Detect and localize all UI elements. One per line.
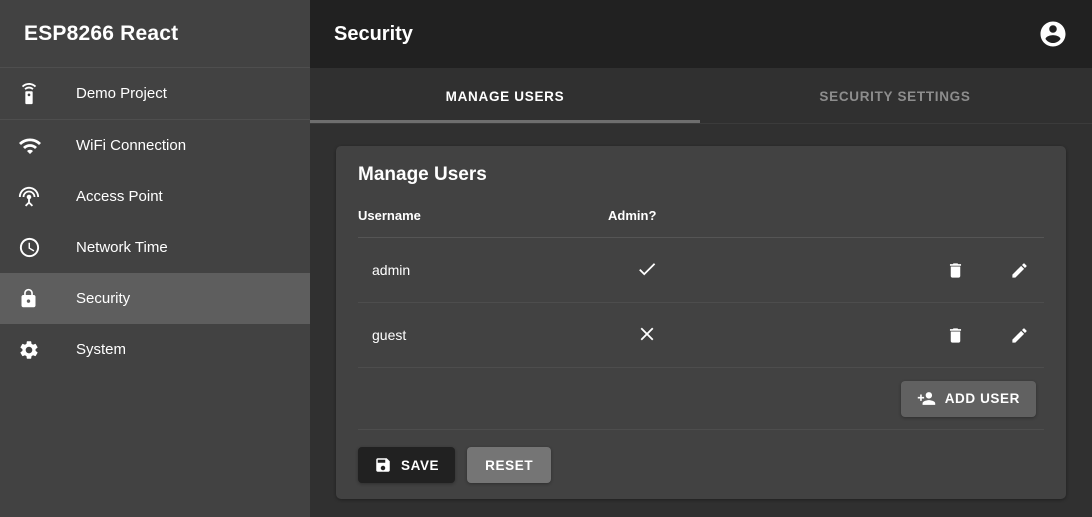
cell-admin (608, 238, 823, 303)
table-header-row: Username Admin? (358, 208, 1044, 238)
table-row: admin (358, 238, 1044, 303)
sidebar-item-label: System (76, 341, 126, 358)
reset-button[interactable]: RESET (467, 447, 551, 483)
delete-icon[interactable] (940, 255, 970, 285)
tab-label: MANAGE USERS (446, 89, 565, 104)
add-user-row: ADD USER (358, 368, 1044, 430)
sidebar-item-network-time[interactable]: Network Time (0, 222, 310, 273)
gear-icon (18, 339, 52, 361)
manage-users-card: Manage Users Username Admin? admin (336, 146, 1066, 499)
tab-active-indicator (310, 120, 700, 123)
sidebar-item-access-point[interactable]: Access Point (0, 171, 310, 222)
tab-security-settings[interactable]: SECURITY SETTINGS (700, 68, 1090, 124)
sidebar-item-label: Security (76, 290, 130, 307)
content-area: Manage Users Username Admin? admin (310, 124, 1092, 517)
sidebar-item-wifi-connection[interactable]: WiFi Connection (0, 120, 310, 171)
account-circle-icon[interactable] (1036, 17, 1070, 51)
cell-username: admin (358, 238, 608, 303)
main-area: Security MANAGE USERS SECURITY SETTINGS … (310, 0, 1092, 517)
edit-icon[interactable] (1004, 320, 1034, 350)
page-title: Security (334, 23, 1036, 46)
save-icon (374, 456, 392, 474)
check-icon (636, 258, 658, 280)
sidebar: ESP8266 React Demo Project WiFi Connecti… (0, 0, 310, 517)
users-table-body: admin (358, 238, 1044, 368)
sidebar-item-label: Network Time (76, 239, 168, 256)
tab-bar: MANAGE USERS SECURITY SETTINGS (310, 68, 1092, 124)
clock-icon (18, 236, 52, 259)
antenna-icon (18, 186, 52, 208)
person-add-icon (917, 389, 936, 408)
card-title: Manage Users (358, 164, 1044, 186)
close-icon (636, 323, 658, 345)
sidebar-item-label: Demo Project (76, 85, 167, 102)
sidebar-item-security[interactable]: Security (0, 273, 310, 324)
column-header-actions (823, 208, 1044, 238)
table-row: guest (358, 303, 1044, 368)
cell-username: guest (358, 303, 608, 368)
users-table: Username Admin? admin (358, 208, 1044, 368)
sidebar-group-settings: WiFi Connection Access Point Network Tim… (0, 120, 310, 375)
users-table-head: Username Admin? (358, 208, 1044, 238)
column-header-username: Username (358, 208, 608, 238)
delete-icon[interactable] (940, 320, 970, 350)
cell-actions (823, 303, 1044, 368)
app-root: ESP8266 React Demo Project WiFi Connecti… (0, 0, 1092, 517)
reset-button-label: RESET (485, 458, 533, 473)
sidebar-item-demo-project[interactable]: Demo Project (0, 68, 310, 119)
add-user-button-label: ADD USER (945, 391, 1020, 406)
settings-remote-icon (18, 83, 52, 105)
cell-actions (823, 238, 1044, 303)
tab-manage-users[interactable]: MANAGE USERS (310, 68, 700, 124)
form-actions: SAVE RESET (358, 430, 1044, 483)
add-user-button[interactable]: ADD USER (901, 381, 1036, 417)
sidebar-item-system[interactable]: System (0, 324, 310, 375)
tab-label: SECURITY SETTINGS (819, 89, 970, 104)
save-button[interactable]: SAVE (358, 447, 455, 483)
sidebar-group-project: Demo Project (0, 68, 310, 120)
sidebar-item-label: Access Point (76, 188, 163, 205)
brand-title: ESP8266 React (24, 22, 178, 46)
brand-header: ESP8266 React (0, 0, 310, 68)
cell-admin (608, 303, 823, 368)
sidebar-item-label: WiFi Connection (76, 137, 186, 154)
top-app-bar: Security (310, 0, 1092, 68)
wifi-icon (18, 134, 52, 158)
edit-icon[interactable] (1004, 255, 1034, 285)
save-button-label: SAVE (401, 458, 439, 473)
lock-icon (18, 288, 52, 309)
column-header-admin: Admin? (608, 208, 823, 238)
